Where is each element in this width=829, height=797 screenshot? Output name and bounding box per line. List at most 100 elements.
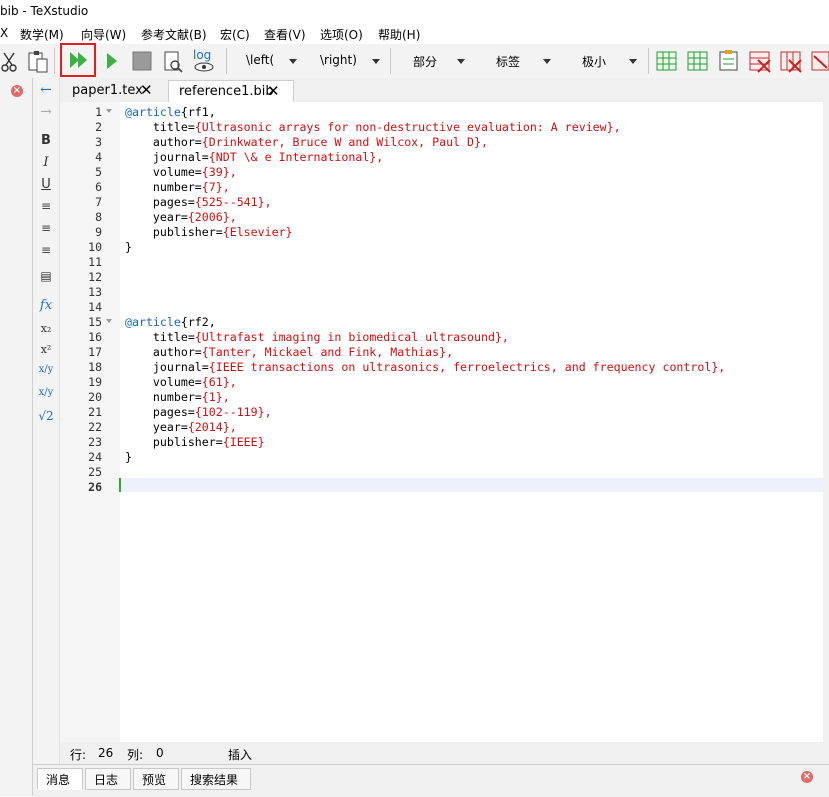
menu-item-macros[interactable]: 宏(C)	[220, 26, 250, 43]
code-line: pages={102--119},	[125, 405, 272, 419]
compile-run-icon[interactable]	[100, 46, 122, 76]
tab-log[interactable]: 日志	[85, 768, 131, 790]
underline-icon[interactable]: U	[33, 177, 59, 192]
code-editor[interactable]: 1 2 3 4 5 6 7 8 9 10 11 12 13 14 15 16 17 18 19 20 21 22 23 24 2…	[60, 102, 823, 742]
menu-item-help[interactable]: 帮助(H)	[378, 26, 420, 43]
close-panel-icon[interactable]: ×	[801, 771, 813, 783]
section-combo[interactable]: 部分	[400, 50, 470, 72]
tab-reference1-bib[interactable]: reference1.bib ✕	[168, 80, 294, 103]
fraction-icon[interactable]: x/y	[33, 364, 59, 375]
line-number: 9	[95, 225, 102, 239]
vertical-scrollbar[interactable]	[823, 102, 829, 742]
chevron-down-icon	[543, 59, 551, 64]
paste-icon[interactable]	[26, 46, 50, 76]
code-field-name: @article	[125, 105, 181, 119]
italic-icon[interactable]: I	[33, 155, 59, 170]
line-number: 12	[88, 270, 102, 284]
toolbar-separator	[54, 48, 55, 74]
align-left-icon[interactable]: ≡	[33, 199, 59, 213]
fold-marker-icon[interactable]	[106, 109, 112, 113]
back-arrow-icon[interactable]: ←	[33, 82, 59, 98]
symbol-sidebar: ← → B I U ≡ ≡ ≡ ▤ fx x₂ x² x/y x/y √2	[33, 78, 60, 766]
code-field-name: number=	[125, 390, 202, 404]
code-field-value: {Elsevier}	[222, 225, 293, 239]
main-toolbar: log \left( \right) 部分 标签 极小	[0, 43, 829, 79]
toolbar-separator	[648, 48, 649, 74]
function-icon[interactable]: fx	[33, 298, 59, 313]
table-delete-row-icon[interactable]	[748, 46, 772, 76]
code-line: }	[125, 450, 132, 464]
code-field-name: author=	[125, 345, 202, 359]
menu-item-wizards[interactable]: 向导(W)	[81, 26, 126, 43]
subscript-icon[interactable]: x₂	[33, 322, 59, 335]
menu-item-view[interactable]: 查看(V)	[264, 26, 306, 43]
code-line: number={7},	[125, 180, 230, 194]
line-number: 13	[88, 285, 102, 299]
row-label: 行:	[70, 748, 87, 762]
code-field-name: publisher=	[125, 435, 223, 449]
line-number: 2	[95, 120, 102, 134]
right-delimiter-combo[interactable]: \right)	[310, 50, 384, 72]
tab-messages[interactable]: 消息	[37, 768, 83, 790]
forward-arrow-icon[interactable]: →	[33, 104, 59, 120]
code-field-name: pages=	[125, 405, 195, 419]
line-number: 8	[95, 210, 102, 224]
log-label: log	[193, 48, 211, 62]
cut-icon[interactable]	[0, 46, 18, 76]
menu-item-file[interactable]: X	[0, 26, 8, 40]
font-size-combo[interactable]: 极小	[570, 50, 642, 72]
sqrt-icon[interactable]: √2	[33, 409, 59, 423]
close-tab-icon[interactable]: ✕	[140, 81, 153, 99]
chevron-down-icon	[372, 59, 380, 64]
tab-label: 消息	[46, 773, 71, 787]
label-combo[interactable]: 标签	[484, 50, 556, 72]
bold-icon[interactable]: B	[33, 133, 59, 148]
code-field-name: @article	[125, 315, 181, 329]
menu-item-options[interactable]: 选项(O)	[320, 26, 363, 43]
code-field-name: number=	[125, 180, 202, 194]
menu-item-math[interactable]: 数学(M)	[20, 26, 64, 43]
line-number: 26	[88, 480, 102, 494]
dfrac-icon[interactable]: x/y	[33, 387, 59, 398]
row-value: 26	[98, 746, 114, 760]
view-log-icon[interactable]: log	[191, 46, 217, 76]
document-tabs: paper1.tex ✕ reference1.bib ✕	[60, 78, 829, 103]
code-line: pages={525--541},	[125, 195, 272, 209]
stop-icon[interactable]	[130, 46, 154, 76]
line-number-gutter: 1 2 3 4 5 6 7 8 9 10 11 12 13 14 15 16 17 18 19 20 21 22 23 24 2…	[60, 102, 120, 742]
code-line: journal={NDT \& e International},	[125, 150, 383, 164]
align-right-icon[interactable]: ≡	[33, 243, 59, 257]
align-center-icon[interactable]: ≡	[33, 221, 59, 235]
tab-search-results[interactable]: 搜索结果	[181, 768, 251, 790]
table-icon[interactable]	[655, 46, 679, 76]
close-tab-icon[interactable]: ✕	[267, 82, 280, 100]
line-number: 3	[95, 135, 102, 149]
left-delimiter-combo[interactable]: \left(	[236, 50, 300, 72]
table-delete-column-icon[interactable]	[779, 46, 803, 76]
view-pdf-icon[interactable]	[161, 46, 185, 76]
code-field-value: {61},	[201, 375, 237, 389]
tab-preview[interactable]: 预览	[133, 768, 179, 790]
close-panel-icon[interactable]: ×	[11, 85, 23, 97]
tab-paper1-tex[interactable]: paper1.tex ✕	[62, 80, 166, 102]
code-line: title={Ultrafast imaging in biomedical u…	[125, 330, 509, 344]
code-line: author={Tanter, Mickael and Fink, Mathia…	[125, 345, 453, 359]
line-number: 4	[95, 150, 102, 164]
structure-panel: ×	[0, 78, 33, 796]
line-number: 24	[88, 450, 102, 464]
font-size-value: 极小	[582, 55, 607, 69]
insert-mode[interactable]: 插入	[228, 746, 252, 763]
table-paste-icon[interactable]	[717, 46, 741, 76]
menu-item-bibliography[interactable]: 参考文献(B)	[141, 26, 207, 43]
tab-label: 搜索结果	[190, 773, 239, 787]
fold-marker-icon[interactable]	[106, 319, 112, 323]
new-line-icon[interactable]: ▤	[33, 269, 59, 283]
table-clear-icon[interactable]	[810, 46, 829, 76]
line-number: 10	[88, 240, 102, 254]
table-add-column-icon[interactable]	[686, 46, 710, 76]
code-line: }	[125, 240, 132, 254]
code-field-value: {Drinkwater, Bruce W and Wilcox, Paul D}…	[201, 135, 488, 149]
build-and-view-button[interactable]	[60, 43, 96, 77]
menu-bar: X 数学(M) 向导(W) 参考文献(B) 宏(C) 查看(V) 选项(O) 帮…	[0, 24, 829, 44]
superscript-icon[interactable]: x²	[33, 343, 59, 356]
